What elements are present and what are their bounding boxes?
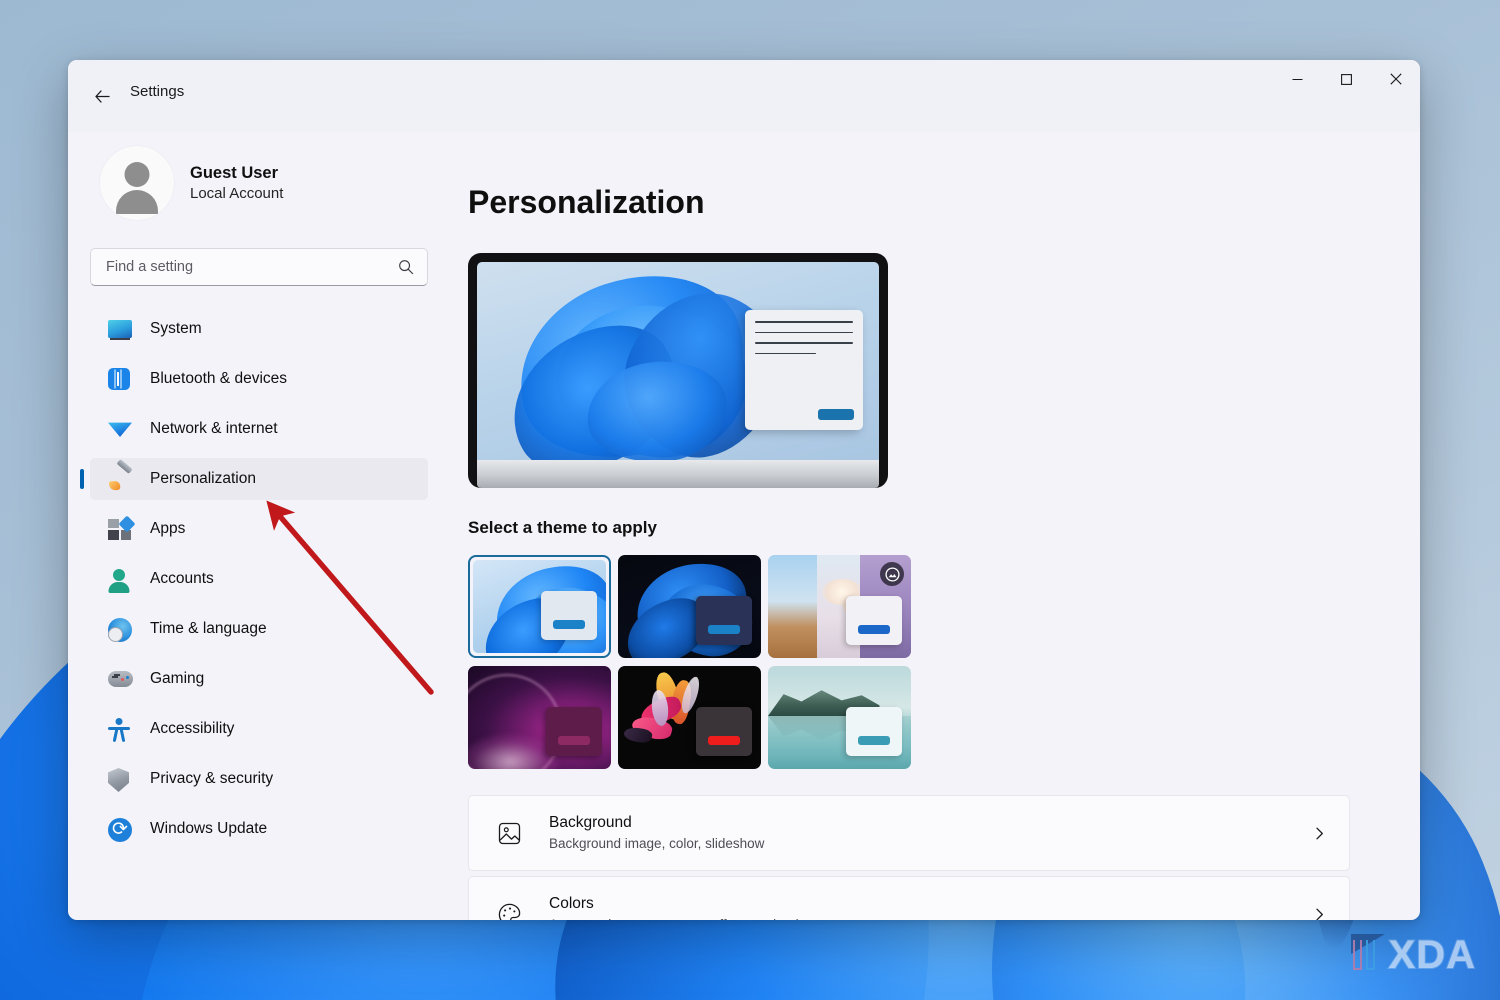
theme-section-heading: Select a theme to apply: [468, 518, 657, 537]
sidebar-item-label: System: [150, 320, 202, 337]
paintbrush-icon: [108, 459, 134, 492]
theme-tile-windows-light[interactable]: [468, 555, 611, 658]
sidebar-item-time-language[interactable]: Time & language: [90, 608, 428, 650]
minimize-button[interactable]: [1273, 60, 1322, 98]
theme-tile-captured-motion[interactable]: [468, 666, 611, 769]
minimize-icon: [1292, 78, 1303, 80]
sidebar-item-privacy-security[interactable]: Privacy & security: [90, 758, 428, 800]
wifi-icon: [108, 416, 134, 442]
bluetooth-icon: [108, 366, 134, 392]
sidebar-item-windows-update[interactable]: Windows Update: [90, 808, 428, 850]
title-bar: Settings: [68, 60, 1420, 132]
sidebar-item-bluetooth-devices[interactable]: Bluetooth & devices: [90, 358, 428, 400]
sidebar: Guest User Local Account System: [68, 132, 450, 920]
chevron-right-icon: [1312, 826, 1327, 841]
window-title: Settings: [130, 83, 185, 100]
setting-card-subtitle: Background image, color, slideshow: [549, 836, 765, 852]
theme-tile-dialog: [546, 707, 602, 756]
sidebar-item-accessibility[interactable]: Accessibility: [90, 708, 428, 750]
back-button[interactable]: [84, 78, 120, 114]
setting-card-title: Colors: [549, 894, 594, 912]
sidebar-item-network-internet[interactable]: Network & internet: [90, 408, 428, 450]
palette-icon: [493, 902, 525, 920]
theme-tile-flow[interactable]: [768, 666, 911, 769]
setting-card-subtitle: Accent color, transparency effects, colo…: [549, 915, 1312, 920]
theme-preview-monitor: [468, 253, 888, 488]
theme-tile-dialog: [846, 707, 902, 756]
sidebar-item-label: Bluetooth & devices: [150, 370, 288, 387]
setting-card-colors[interactable]: Colors Accent color, transparency effect…: [468, 876, 1350, 920]
sidebar-item-label: Privacy & security: [150, 770, 274, 787]
setting-card-background[interactable]: Background Background image, color, slid…: [468, 795, 1350, 871]
account-type: Local Account: [190, 185, 284, 202]
theme-tile-dialog: [846, 596, 902, 645]
shield-icon: [108, 766, 134, 792]
theme-tile-windows-dark[interactable]: [618, 555, 761, 658]
theme-grid: [468, 555, 1350, 769]
sidebar-item-accounts[interactable]: Accounts: [90, 558, 428, 600]
page-title: Personalization: [468, 184, 705, 220]
theme-tile-dialog: [541, 591, 597, 640]
maximize-icon: [1341, 73, 1352, 85]
preview-dialog-window: [745, 310, 863, 430]
accessibility-icon: [108, 716, 134, 743]
sidebar-item-apps[interactable]: Apps: [90, 508, 428, 550]
monitor-stand: [477, 460, 879, 488]
sidebar-item-label: Time & language: [150, 620, 267, 637]
search-icon: [399, 260, 414, 275]
sidebar-item-label: Gaming: [150, 670, 205, 687]
account-name: Guest User: [190, 163, 279, 182]
sidebar-item-label: Apps: [150, 520, 186, 537]
sidebar-item-label: Accessibility: [150, 720, 235, 737]
search-box[interactable]: [90, 248, 428, 286]
sidebar-item-label: Accounts: [150, 570, 214, 587]
preview-screen: [477, 262, 879, 460]
account-block[interactable]: Guest User Local Account: [90, 132, 428, 236]
main-content: Personalization Select a theme to apply …: [450, 132, 1420, 920]
apps-grid-icon: [108, 515, 136, 542]
sidebar-nav-list: System Bluetooth & devices Network & int…: [90, 308, 428, 850]
close-button[interactable]: [1371, 60, 1420, 98]
search-input[interactable]: [106, 259, 398, 275]
person-avatar-icon: [100, 146, 174, 220]
monitor-icon: [108, 316, 134, 342]
setting-card-title: Background: [549, 813, 632, 831]
settings-window: Settings Guest User Local Account Find a…: [68, 60, 1420, 920]
sidebar-item-label: Windows Update: [150, 820, 268, 837]
close-icon: [1389, 73, 1402, 85]
sidebar-item-gaming[interactable]: Gaming: [90, 658, 428, 700]
theme-tile-dialog: [696, 707, 752, 756]
desktop-wallpaper: Settings Guest User Local Account Find a…: [0, 0, 1500, 1000]
arrow-left-icon: [94, 89, 110, 103]
window-controls: [1273, 60, 1420, 98]
person-icon: [108, 566, 134, 593]
theme-tile-dialog: [696, 596, 752, 645]
chevron-right-icon: [1312, 907, 1327, 921]
update-refresh-icon: [108, 816, 134, 842]
clock-globe-icon: [108, 616, 134, 642]
window-body: Guest User Local Account System: [68, 132, 1420, 920]
settings-card-list: Background Background image, color, slid…: [468, 795, 1350, 920]
slideshow-badge-icon: [880, 562, 904, 586]
theme-tile-sunrise[interactable]: [618, 666, 761, 769]
sidebar-item-system[interactable]: System: [90, 308, 428, 350]
sidebar-item-label: Network & internet: [150, 420, 278, 437]
gamepad-icon: [108, 666, 134, 692]
sidebar-item-label: Personalization: [150, 470, 256, 487]
theme-tile-glow[interactable]: [768, 555, 911, 658]
maximize-button[interactable]: [1322, 60, 1371, 98]
sidebar-item-personalization[interactable]: Personalization: [90, 458, 428, 500]
preview-dialog-button: [818, 409, 854, 420]
picture-icon: [493, 821, 525, 846]
